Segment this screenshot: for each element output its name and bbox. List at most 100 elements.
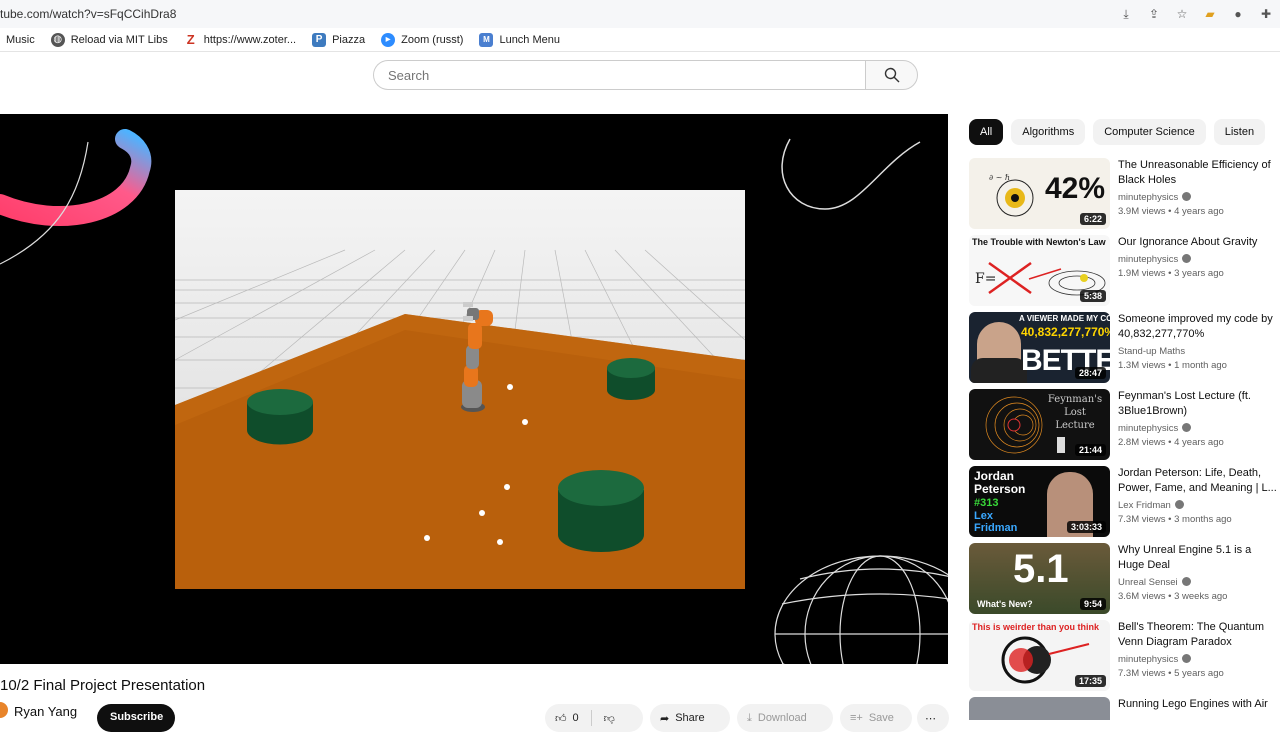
share-button[interactable]: ➦ Share <box>650 704 730 732</box>
bookmark-zotero[interactable]: Z https://www.zoter... <box>184 32 296 47</box>
chip-algorithms[interactable]: Algorithms <box>1011 119 1086 145</box>
rec-channel[interactable]: minutephysics <box>1118 192 1192 203</box>
bookmark-piazza[interactable]: P Piazza <box>312 32 365 47</box>
video-duration: 9:54 <box>1079 598 1106 610</box>
video-thumbnail[interactable]: The Trouble with Newton's Law F= 5:38 <box>969 235 1110 306</box>
video-player[interactable] <box>0 114 948 664</box>
bookmark-reload[interactable]: ◍ Reload via MIT Libs <box>50 32 168 47</box>
download-icon: ⤓ <box>747 711 752 724</box>
recommendation-item[interactable]: A VIEWER MADE MY CODE 40,832,277,770% BE… <box>969 312 1280 384</box>
verified-icon <box>1174 500 1184 509</box>
rec-meta: 7.3M views • 5 years ago <box>1118 668 1224 679</box>
rec-title[interactable]: The Unreasonable Efficiency of Black Hol… <box>1118 158 1280 188</box>
green-cylinder <box>558 470 644 552</box>
video-thumbnail[interactable]: A VIEWER MADE MY CODE 40,832,277,770% BE… <box>969 312 1110 383</box>
like-dislike-group: 👍︎ 0 👎︎ <box>545 704 643 732</box>
thumb-text: Jordan Peterson <box>974 469 1026 496</box>
rec-title[interactable]: Feynman's Lost Lecture (ft. 3Blue1Brown) <box>1118 389 1280 419</box>
recommendation-item[interactable]: Feynman's Lost Lecture 21:44 Feynman's L… <box>969 389 1280 461</box>
video-thumbnail[interactable]: 5.1 What's New? 9:54 <box>969 543 1110 614</box>
more-actions-button[interactable]: ⋯ <box>917 704 949 732</box>
rec-title[interactable]: Jordan Peterson: Life, Death, Power, Fam… <box>1118 466 1280 496</box>
rec-title[interactable]: Running Lego Engines with Air <box>1118 697 1280 712</box>
download-button[interactable]: ⤓ Download <box>737 704 833 732</box>
svg-text:∂ ~ ℏ: ∂ ~ ℏ <box>989 173 1010 182</box>
bookmarks-bar: Music ◍ Reload via MIT Libs Z https://ww… <box>0 28 1280 52</box>
save-button[interactable]: ≡+ Save <box>840 704 912 732</box>
extension-icon[interactable]: ▰ <box>1202 6 1218 22</box>
svg-text:F=: F= <box>975 271 996 287</box>
chip-listen[interactable]: Listen <box>1213 119 1266 145</box>
video-thumbnail[interactable] <box>969 697 1110 720</box>
like-count: 0 <box>572 712 579 724</box>
rec-title[interactable]: Our Ignorance About Gravity <box>1118 235 1280 250</box>
thumb-shirt <box>971 358 1027 383</box>
divider <box>590 710 592 726</box>
bookmark-star-icon[interactable]: ☆ <box>1174 6 1190 22</box>
search-icon <box>884 67 899 83</box>
search-input[interactable] <box>373 60 865 90</box>
thumb-text: A VIEWER MADE MY CODE <box>1019 314 1110 323</box>
bookmark-lunch[interactable]: M Lunch Menu <box>479 32 560 47</box>
video-duration: 6:22 <box>1079 213 1106 225</box>
zotero-icon: Z <box>186 32 195 47</box>
recommendation-item[interactable]: ∂ ~ ℏ 42% 6:22 The Unreasonable Efficien… <box>969 158 1280 230</box>
green-cylinder <box>607 358 655 400</box>
rec-channel[interactable]: minutephysics <box>1118 423 1192 434</box>
rec-meta: 2.8M views • 4 years ago <box>1118 437 1224 448</box>
chip-computer-science[interactable]: Computer Science <box>1093 119 1206 145</box>
recommendation-item[interactable]: 5.1 What's New? 9:54 Why Unreal Engine 5… <box>969 543 1280 615</box>
video-duration: 5:38 <box>1079 290 1106 302</box>
thumb-text: 5.1 <box>1013 547 1069 591</box>
browser-toolbar: tube.com/watch?v=sFqCCihDra8 ⤓ ⇪ ☆ ▰ ● ✚ <box>0 0 1280 28</box>
rec-title[interactable]: Someone improved my code by 40,832,277,7… <box>1118 312 1280 342</box>
video-duration: 3:03:33 <box>1066 521 1106 533</box>
thumb-text-3: Lex Fridman <box>974 510 1018 534</box>
install-icon[interactable]: ⤓ <box>1118 6 1134 22</box>
verified-icon <box>1182 654 1192 663</box>
verified-icon <box>1182 254 1192 263</box>
video-thumbnail[interactable]: ∂ ~ ℏ 42% 6:22 <box>969 158 1110 229</box>
thumb-text: 42% <box>1045 172 1106 205</box>
more-icon: ⋯ <box>925 712 936 725</box>
video-title: 10/2 Final Project Presentation <box>0 677 206 694</box>
rec-title[interactable]: Bell's Theorem: The Quantum Venn Diagram… <box>1118 620 1280 650</box>
avatar[interactable] <box>0 702 8 718</box>
thumbs-up-icon[interactable]: 👍︎ <box>555 712 567 725</box>
simulation-scene <box>175 190 745 589</box>
channel-name[interactable]: Ryan Yang <box>14 704 77 719</box>
globe-icon: ◍ <box>50 32 65 47</box>
video-thumbnail[interactable]: This is weirder than you think 17:35 <box>969 620 1110 691</box>
rec-channel[interactable]: Stand-up Maths <box>1118 346 1185 357</box>
video-duration: 17:35 <box>1074 675 1106 687</box>
thumbs-down-icon[interactable]: 👎︎ <box>604 712 615 725</box>
video-thumbnail[interactable]: Jordan Peterson #313 Lex Fridman 3:03:33 <box>969 466 1110 537</box>
rec-title[interactable]: Why Unreal Engine 5.1 is a Huge Deal <box>1118 543 1280 573</box>
bookmark-zoom[interactable]: ▸ Zoom (russt) <box>381 32 463 47</box>
chip-all[interactable]: All <box>969 119 1004 145</box>
thumb-text-2: #313 <box>974 497 999 509</box>
rec-channel[interactable]: minutephysics <box>1118 254 1192 265</box>
verified-icon <box>1181 577 1191 586</box>
search-button[interactable] <box>865 60 918 90</box>
share-page-icon[interactable]: ⇪ <box>1146 6 1162 22</box>
recommendation-item[interactable]: Jordan Peterson #313 Lex Fridman 3:03:33… <box>969 466 1280 538</box>
share-icon: ➦ <box>660 712 670 725</box>
subscribe-button[interactable]: Subscribe <box>97 704 175 732</box>
recommendation-item[interactable]: This is weirder than you think 17:35 Bel… <box>969 620 1280 692</box>
profile-icon[interactable]: ● <box>1230 6 1246 22</box>
video-thumbnail[interactable]: Feynman's Lost Lecture 21:44 <box>969 389 1110 460</box>
rec-channel[interactable]: Lex Fridman <box>1118 500 1184 511</box>
address-bar[interactable]: tube.com/watch?v=sFqCCihDra8 <box>0 7 176 21</box>
bookmark-music[interactable]: Music <box>0 33 35 47</box>
puzzle-icon[interactable]: ✚ <box>1258 6 1274 22</box>
rec-meta: 3.6M views • 3 weeks ago <box>1118 591 1228 602</box>
rec-channel[interactable]: minutephysics <box>1118 654 1192 665</box>
recommendation-item[interactable]: The Trouble with Newton's Law F= 5:38 Ou… <box>969 235 1280 307</box>
thumb-text-2: What's New? <box>977 599 1033 609</box>
rec-meta: 7.3M views • 3 months ago <box>1118 514 1232 525</box>
thumb-text: Feynman's Lost Lecture <box>1047 394 1103 431</box>
verified-icon <box>1182 423 1192 432</box>
recommendation-item[interactable]: Running Lego Engines with Air <box>969 697 1280 720</box>
rec-channel[interactable]: Unreal Sensei <box>1118 577 1191 588</box>
